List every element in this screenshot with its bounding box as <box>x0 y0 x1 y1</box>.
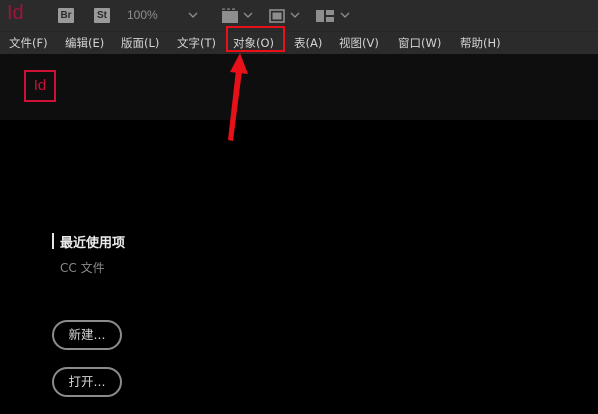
menu-layout[interactable]: 版面(L) <box>121 32 159 54</box>
zoom-dropdown-chevron-icon[interactable] <box>187 9 199 21</box>
menu-window[interactable]: 窗口(W) <box>398 32 441 54</box>
application-bar: Id Br St 100% <box>0 0 598 31</box>
view-options-icon[interactable] <box>221 8 239 24</box>
bridge-button[interactable]: Br <box>58 8 74 23</box>
screen-mode-icon[interactable] <box>268 8 286 24</box>
menu-edit[interactable]: 编辑(E) <box>65 32 104 54</box>
home-header <box>0 54 598 120</box>
new-button[interactable]: 新建... <box>52 320 122 350</box>
zoom-level[interactable]: 100% <box>127 8 158 22</box>
menu-view[interactable]: 视图(V) <box>339 32 379 54</box>
menu-help[interactable]: 帮助(H) <box>460 32 501 54</box>
menu-bar: 文件(F) 编辑(E) 版面(L) 文字(T) 对象(O) 表(A) 视图(V)… <box>0 31 598 54</box>
arrange-documents-icon[interactable] <box>315 8 335 24</box>
arrange-documents-chevron-icon[interactable] <box>339 9 351 21</box>
nav-active-indicator <box>52 233 54 249</box>
menu-object-highlight-box <box>226 26 285 52</box>
menu-type[interactable]: 文字(T) <box>177 32 216 54</box>
menu-table[interactable]: 表(A) <box>294 32 322 54</box>
nav-cc-files[interactable]: CC 文件 <box>60 259 105 276</box>
nav-recent[interactable]: 最近使用项 <box>60 232 125 251</box>
home-indesign-logo: Id <box>24 70 56 102</box>
open-button[interactable]: 打开... <box>52 367 122 397</box>
screen-mode-chevron-icon[interactable] <box>289 9 301 21</box>
menu-file[interactable]: 文件(F) <box>9 32 48 54</box>
view-options-chevron-icon[interactable] <box>242 9 254 21</box>
indesign-logo: Id <box>7 2 24 24</box>
stock-button[interactable]: St <box>94 8 110 23</box>
